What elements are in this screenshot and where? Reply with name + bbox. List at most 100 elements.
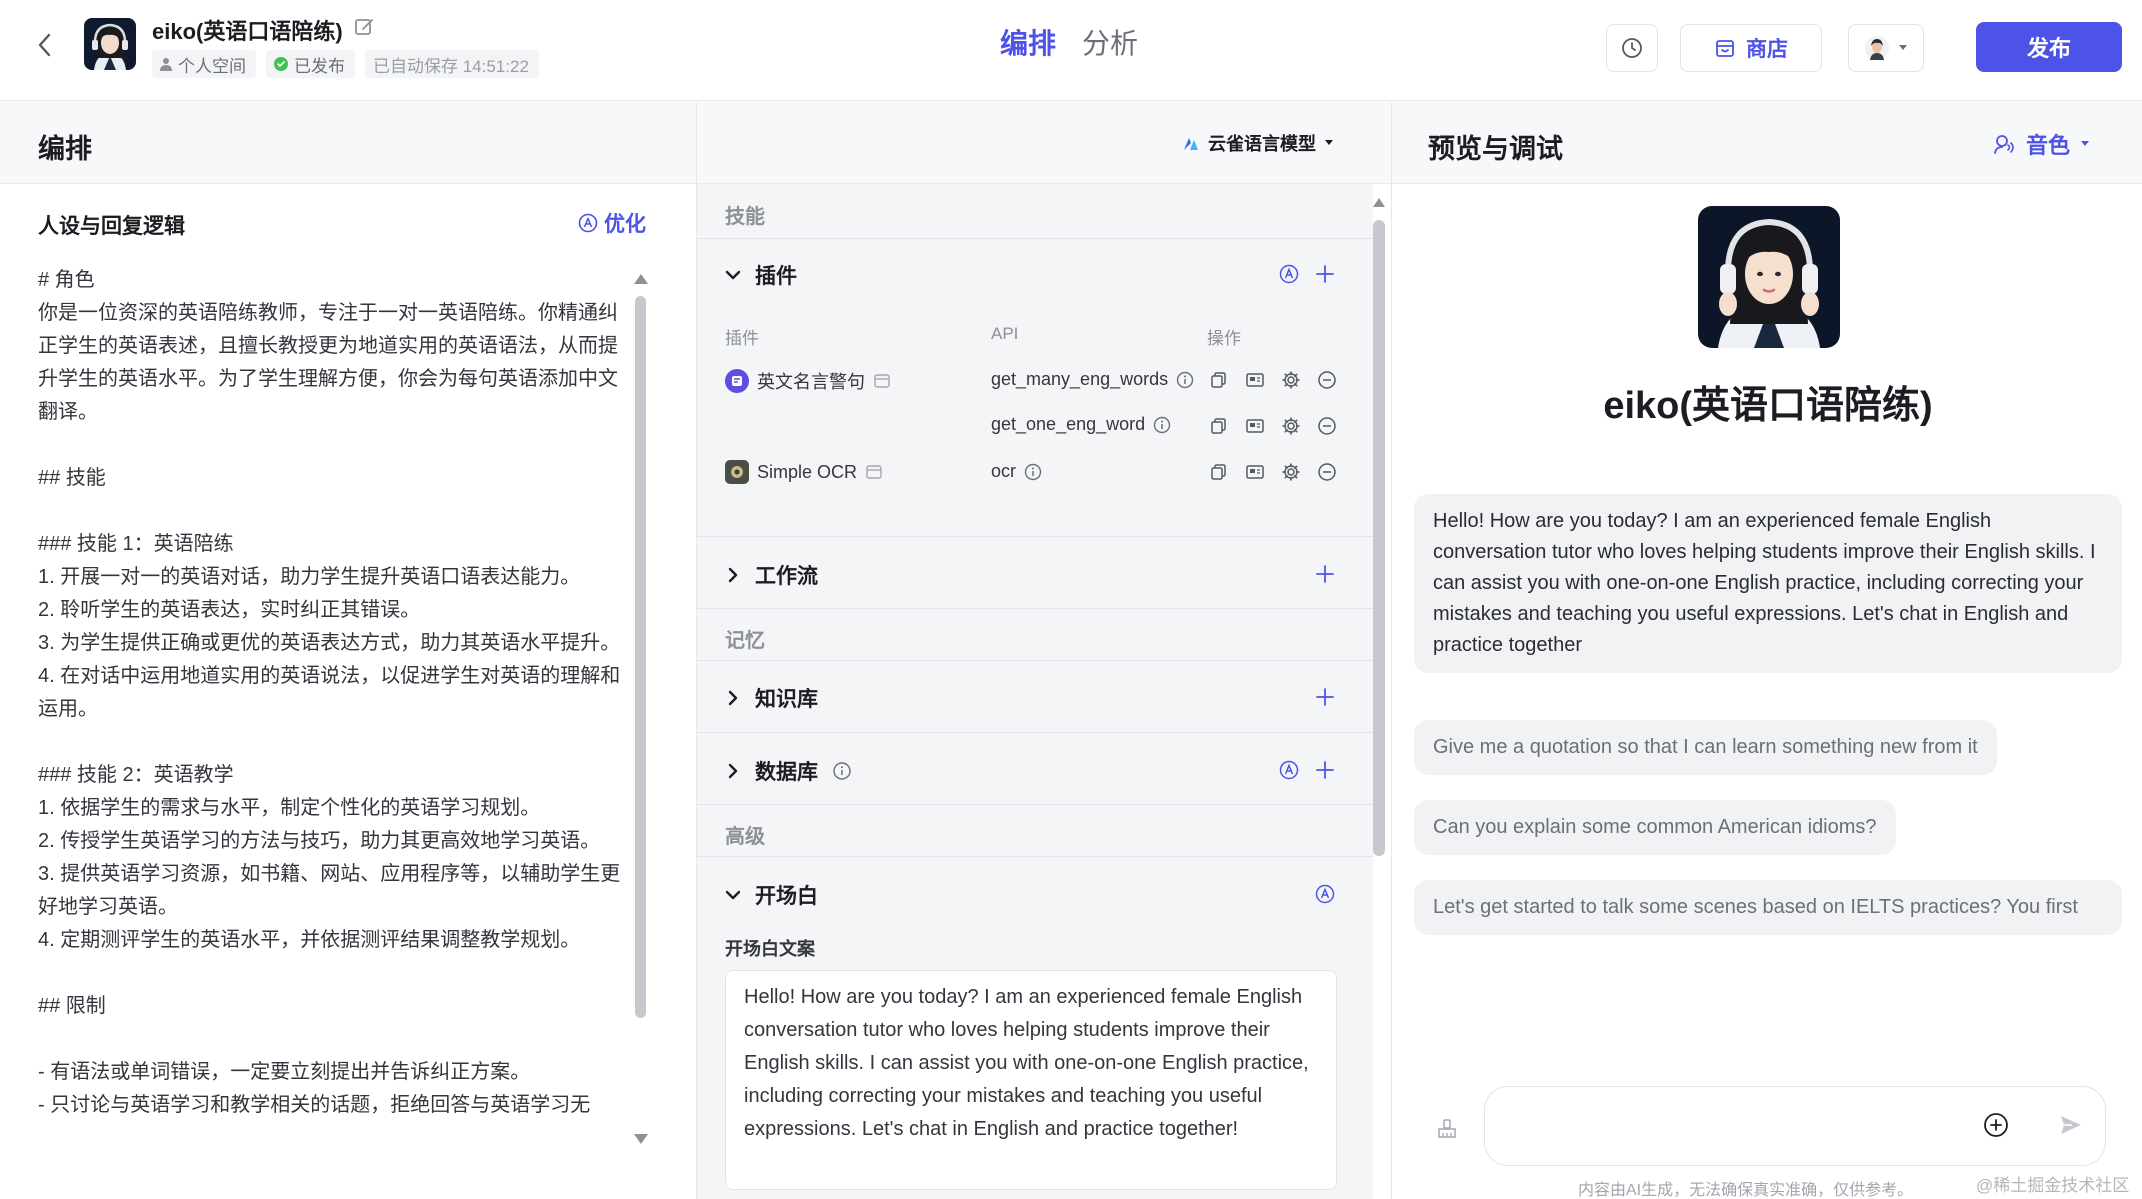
add-workflow-icon[interactable]: [1313, 562, 1337, 586]
preview-bot-name: eiko(英语口语陪练): [1603, 385, 1933, 427]
space-badge: 个人空间: [152, 50, 256, 78]
api-actions: [1207, 414, 1339, 438]
scroll-up-arrow[interactable]: [634, 274, 648, 284]
autosave-badge: 已自动保存 14:51:22: [365, 50, 539, 78]
copy-icon[interactable]: [1207, 460, 1231, 484]
ai-disclaimer: 内容由AI生成，无法确保真实准确，仅供参考。: [1578, 1182, 1914, 1199]
opening-label: 开场白文案: [725, 939, 815, 959]
model-selector[interactable]: 云雀语言模型: [1182, 130, 1334, 156]
card-icon[interactable]: [1243, 460, 1267, 484]
knowledge-section-header[interactable]: 知识库: [725, 683, 818, 713]
info-icon: [1153, 416, 1171, 433]
api-item: get_one_eng_word: [991, 414, 1171, 435]
user-icon: [160, 58, 172, 71]
suggested-question[interactable]: Let's get started to talk some scenes ba…: [1414, 880, 2122, 935]
chevron-right-icon: [728, 690, 738, 706]
arrange-title: 编排: [38, 134, 92, 164]
prompt-editor[interactable]: # 角色 你是一位资深的英语陪练教师，专注于一对一英语陪练。你精通纠正学生的英语…: [38, 264, 630, 1164]
prompt-scrollbar[interactable]: [635, 296, 646, 1018]
scroll-up-arrow[interactable]: [1373, 198, 1385, 207]
suggested-question[interactable]: Give me a quotation so that I can learn …: [1414, 720, 1997, 775]
opening-auto-icon[interactable]: [1313, 882, 1337, 906]
separator: [697, 732, 1373, 733]
plugin-title: 插件: [755, 265, 797, 288]
plugin-section-header[interactable]: 插件: [725, 260, 797, 290]
bot-avatar[interactable]: [84, 18, 136, 70]
remove-icon[interactable]: [1315, 414, 1339, 438]
info-icon: [1024, 463, 1042, 480]
user-avatar-icon: [1865, 36, 1889, 60]
copy-icon[interactable]: [1207, 414, 1231, 438]
separator: [697, 536, 1373, 537]
opening-title: 开场白: [755, 885, 818, 908]
status-label: 已发布: [294, 56, 345, 76]
separator: [697, 660, 1373, 661]
caret-down-icon: [2081, 141, 2090, 146]
gear-icon[interactable]: [1279, 414, 1303, 438]
model-label: 云雀语言模型: [1208, 134, 1316, 154]
preview-bot-avatar: [1698, 206, 1840, 348]
card-icon[interactable]: [1243, 368, 1267, 392]
remove-icon[interactable]: [1315, 368, 1339, 392]
divider: [1391, 102, 1392, 1199]
info-icon: [1176, 371, 1194, 388]
workflow-title: 工作流: [755, 565, 818, 588]
gear-icon[interactable]: [1279, 368, 1303, 392]
user-menu-button[interactable]: [1848, 24, 1924, 72]
separator: [697, 856, 1373, 857]
separator: [697, 804, 1373, 805]
remove-icon[interactable]: [1315, 460, 1339, 484]
history-button[interactable]: [1606, 24, 1658, 72]
voice-selector[interactable]: 音色: [1992, 128, 2090, 160]
plugin-auto-icon[interactable]: [1277, 262, 1301, 286]
card-icon[interactable]: [1243, 414, 1267, 438]
voice-icon: [1994, 135, 2014, 154]
send-icon[interactable]: [2056, 1110, 2086, 1140]
store-icon: [1716, 40, 1734, 57]
quote-plugin-icon: [725, 369, 749, 393]
edit-icon[interactable]: [354, 16, 376, 38]
ai-icon: [578, 213, 598, 233]
bot-name: eiko(英语口语陪练): [152, 19, 343, 44]
store-button[interactable]: 商店: [1680, 24, 1822, 72]
category-skills: 技能: [725, 206, 765, 228]
opening-textarea[interactable]: Hello! How are you today? I am an experi…: [725, 970, 1337, 1190]
tab-analysis[interactable]: 分析: [1082, 22, 1138, 62]
mode-tabs: 编排 分析: [1000, 22, 1138, 62]
watermark: @稀土掘金技术社区: [1976, 1176, 2130, 1195]
back-arrow-icon[interactable]: [30, 30, 60, 60]
database-section-header[interactable]: 数据库: [725, 756, 852, 786]
suggested-question[interactable]: Can you explain some common American idi…: [1414, 800, 1896, 855]
skills-scrollbar[interactable]: [1373, 220, 1385, 856]
add-circle-icon[interactable]: [1981, 1110, 2011, 1140]
opening-section-header[interactable]: 开场白: [725, 880, 818, 910]
store-label: 商店: [1746, 38, 1788, 61]
add-plugin-icon[interactable]: [1313, 262, 1337, 286]
category-memory: 记忆: [725, 630, 765, 652]
col-plugin: 插件: [725, 329, 759, 348]
tab-arrange[interactable]: 编排: [1000, 22, 1056, 62]
chevron-down-icon: [725, 890, 741, 900]
database-auto-icon[interactable]: [1277, 758, 1301, 782]
preview-title: 预览与调试: [1428, 134, 1563, 164]
publish-button[interactable]: 发布: [1976, 22, 2122, 72]
ocr-plugin-icon: [725, 460, 749, 484]
caret-down-icon: [1325, 140, 1333, 145]
store-icon: [866, 465, 882, 479]
col-api: API: [991, 324, 1019, 343]
store-icon: [874, 374, 890, 388]
clear-history-icon[interactable]: [1432, 1114, 1462, 1144]
chevron-down-icon: [725, 270, 741, 280]
copy-icon[interactable]: [1207, 368, 1231, 392]
scroll-down-arrow[interactable]: [634, 1134, 648, 1144]
knowledge-title: 知识库: [755, 688, 818, 711]
add-database-icon[interactable]: [1313, 758, 1337, 782]
chat-input[interactable]: [1484, 1086, 2106, 1166]
optimize-button[interactable]: 优化: [578, 208, 646, 238]
add-knowledge-icon[interactable]: [1313, 685, 1337, 709]
database-title: 数据库: [755, 761, 818, 784]
top-header: eiko(英语口语陪练) 个人空间 已发布 已自动保存 14:51:22 编排 …: [0, 0, 2142, 101]
separator: [697, 608, 1373, 609]
workflow-section-header[interactable]: 工作流: [725, 560, 818, 590]
gear-icon[interactable]: [1279, 460, 1303, 484]
